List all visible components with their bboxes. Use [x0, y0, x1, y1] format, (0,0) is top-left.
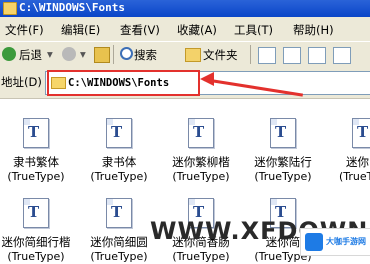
forward-icon[interactable]: [62, 47, 76, 61]
font-type: (TrueType): [7, 170, 65, 183]
font-type: (TrueType): [254, 170, 312, 183]
font-file-item[interactable]: 迷你简细行楷 (TrueType): [0, 198, 72, 263]
font-name: 迷你简细行楷: [1, 235, 71, 249]
logo-text: 大咖手游网: [326, 237, 366, 246]
copy-to-icon[interactable]: [283, 47, 301, 64]
toolbar: 后退 ▾ ▾ 搜索 文件夹: [0, 41, 370, 69]
menu-help[interactable]: 帮助(H): [293, 22, 334, 38]
font-file-item[interactable]: 迷你繁柳楷 (TrueType): [165, 118, 237, 183]
separator: [113, 45, 114, 64]
site-logo: 大咖手游网: [300, 228, 370, 256]
menu-tools[interactable]: 工具(T): [234, 22, 273, 38]
font-file-item[interactable]: 迷你繁陆行 (TrueType): [247, 118, 319, 183]
font-name: 迷你: [346, 155, 369, 169]
folder-icon: [3, 2, 17, 15]
window-title: C:\WINDOWS\Fonts: [19, 1, 125, 14]
font-file-item[interactable]: 迷你简细圆 (TrueType): [83, 198, 155, 263]
truetype-font-icon: [23, 198, 49, 228]
title-bar: C:\WINDOWS\Fonts: [0, 0, 370, 17]
address-label: 地址(D): [1, 75, 42, 89]
truetype-font-icon: [106, 118, 132, 148]
font-type: (TrueType): [90, 250, 148, 263]
address-highlight-box: [47, 70, 200, 96]
font-name: 隶书繁体: [13, 155, 59, 169]
font-type: (TrueType): [172, 170, 230, 183]
menu-edit[interactable]: 编辑(E): [61, 22, 100, 38]
back-dropdown-icon[interactable]: ▾: [47, 47, 53, 61]
font-type: (TrueT: [339, 170, 370, 183]
font-type: (TrueType): [90, 170, 148, 183]
list-view-icon[interactable]: [333, 47, 351, 64]
search-icon[interactable]: [120, 47, 133, 60]
font-type: (TrueType): [172, 250, 230, 263]
folders-icon[interactable]: [185, 48, 201, 62]
font-name: 迷你简细圆: [90, 235, 148, 249]
move-to-icon[interactable]: [258, 47, 276, 64]
details-view-icon[interactable]: [308, 47, 326, 64]
font-name: 迷你繁陆行: [254, 155, 312, 169]
truetype-font-icon: [188, 118, 214, 148]
font-name: 迷你繁柳楷: [172, 155, 230, 169]
font-file-item[interactable]: 隶书体 (TrueType): [83, 118, 155, 183]
font-type: (TrueType): [7, 250, 65, 263]
forward-dropdown-icon[interactable]: ▾: [80, 47, 86, 61]
truetype-font-icon: [270, 118, 296, 148]
font-file-item[interactable]: 迷你 (TrueT: [330, 118, 370, 183]
truetype-font-icon: [352, 118, 370, 148]
logo-icon: [305, 233, 323, 251]
truetype-font-icon: [23, 118, 49, 148]
truetype-font-icon: [106, 198, 132, 228]
menu-bar: 文件(F) 编辑(E) 查看(V) 收藏(A) 工具(T) 帮助(H): [0, 17, 370, 41]
search-button[interactable]: 搜索: [134, 47, 157, 63]
font-file-item[interactable]: 隶书繁体 (TrueType): [0, 118, 72, 183]
font-name: 隶书体: [101, 155, 137, 169]
back-button[interactable]: 后退: [19, 47, 42, 63]
back-icon[interactable]: [2, 47, 16, 61]
menu-favorites[interactable]: 收藏(A): [177, 22, 217, 38]
separator: [250, 45, 251, 64]
up-folder-icon[interactable]: [94, 47, 110, 63]
menu-file[interactable]: 文件(F): [5, 22, 44, 38]
menu-view[interactable]: 查看(V): [120, 22, 160, 38]
folders-button[interactable]: 文件夹: [203, 47, 238, 63]
